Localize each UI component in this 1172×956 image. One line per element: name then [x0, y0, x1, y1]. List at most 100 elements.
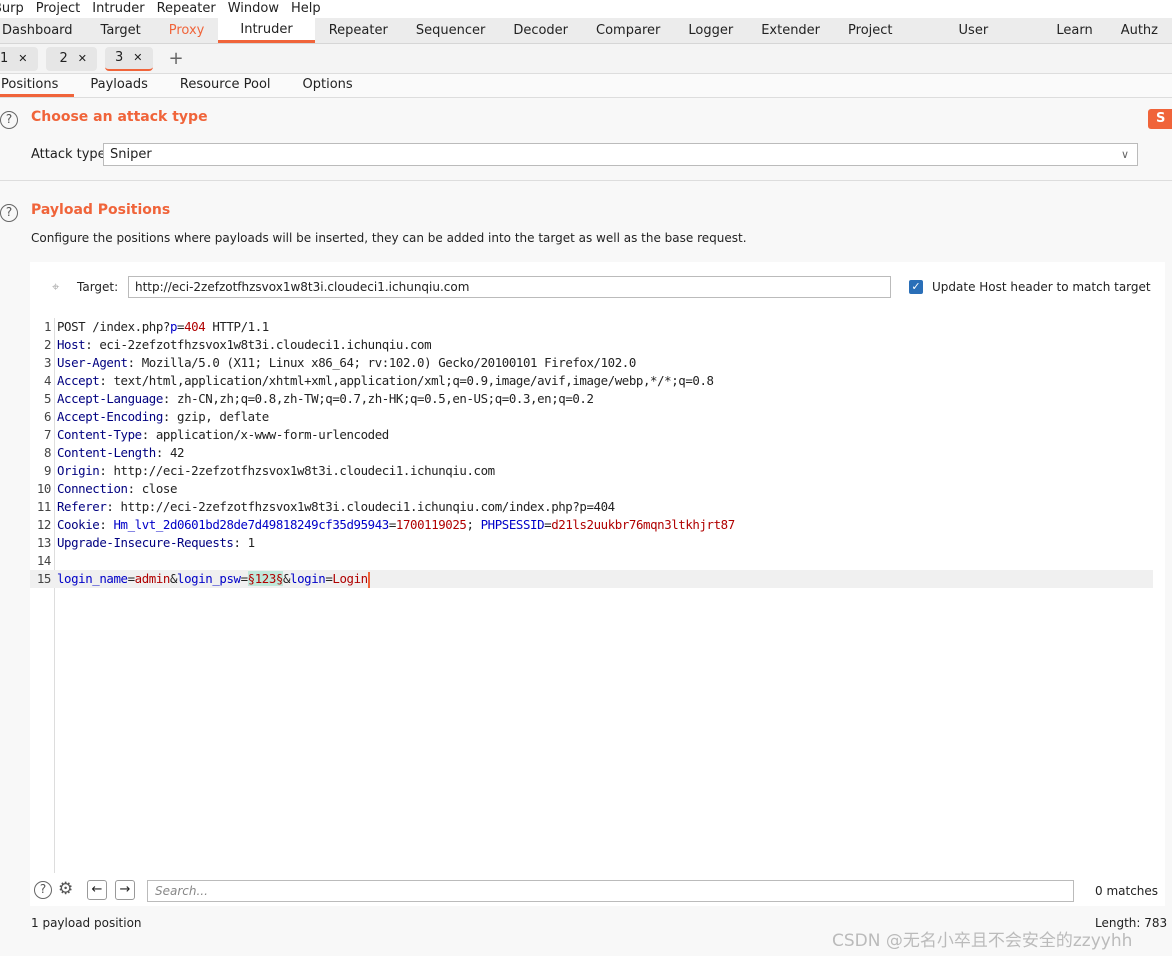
main-tab-user-options[interactable]: User options [945, 18, 1043, 64]
line-number: 13 [36, 535, 52, 550]
update-host-label: Update Host header to match target [932, 280, 1151, 294]
code-token: = [127, 571, 135, 586]
help-icon[interactable]: ? [0, 204, 18, 222]
request-line: 7 Content-Type: application/x-www-form-ur… [30, 426, 1165, 444]
request-line: 14 [30, 552, 1165, 570]
line-number: 11 [36, 499, 52, 514]
help-icon[interactable]: ? [0, 111, 18, 129]
line-content: Accept-Language: zh-CN,zh;q=0.8,zh-TW;q=… [57, 390, 594, 408]
tab-resource-pool[interactable]: Resource Pool [164, 74, 287, 97]
gear-icon[interactable]: ⚙ [58, 879, 73, 899]
attack-tab-2[interactable]: 2 ✕ [45, 46, 97, 71]
code-token: : close [127, 481, 178, 496]
code-token: : eci-2zefzotfhzsvox1w8t3i.cloudeci1.ich… [85, 337, 432, 352]
main-tab-proxy[interactable]: Proxy [155, 18, 219, 43]
menu-repeater[interactable]: Repeater [157, 0, 216, 18]
line-number: 4 [43, 373, 51, 388]
code-token: admin [134, 571, 171, 586]
attack-type-select[interactable]: Sniper ∨ [103, 143, 1138, 166]
menu-help[interactable]: Help [291, 0, 321, 18]
help-icon[interactable]: ? [34, 881, 52, 899]
main-tab-decoder[interactable]: Decoder [499, 18, 582, 43]
code-token: : zh-CN,zh;q=0.8,zh-TW;q=0.7,zh-HK;q=0.5… [162, 391, 594, 406]
code-token: Cookie [57, 517, 100, 532]
update-host-checkbox[interactable]: ✓ [909, 280, 923, 294]
code-token: login_psw [177, 571, 241, 586]
request-line: 12 Cookie: Hm_lvt_2d0601bd28de7d49818249c… [30, 516, 1165, 534]
tab-options[interactable]: Options [287, 74, 369, 97]
code-token: : text/html,application/xhtml+xml,applic… [99, 373, 714, 388]
code-token: User-Agent [57, 355, 128, 370]
main-tab-intruder[interactable]: Intruder [218, 18, 315, 43]
code-token: Host [57, 337, 86, 352]
line-content: User-Agent: Mozilla/5.0 (X11; Linux x86_… [57, 354, 636, 372]
line-content: Connection: close [57, 480, 177, 498]
request-line: 9 Origin: http://eci-2zefzotfhzsvox1w8t3i… [30, 462, 1165, 480]
text-caret [367, 571, 370, 588]
menu-burp[interactable]: Burp [0, 0, 24, 18]
main-tab-target[interactable]: Target [87, 18, 155, 43]
code-token: = [240, 571, 248, 586]
main-tab-sequencer[interactable]: Sequencer [402, 18, 499, 43]
chevron-down-icon: ∨ [1120, 148, 1129, 161]
code-token: Upgrade-Insecure-Requests [57, 535, 234, 550]
code-token: ; [466, 517, 481, 532]
close-icon[interactable]: ✕ [133, 51, 142, 64]
add-tab-icon[interactable]: + [169, 48, 184, 69]
target-input[interactable]: http://eci-2zefzotfhzsvox1w8t3i.cloudeci… [128, 276, 891, 298]
main-tab-repeater[interactable]: Repeater [315, 18, 402, 43]
menu-project[interactable]: Project [36, 0, 80, 18]
main-tab-comparer[interactable]: Comparer [582, 18, 674, 43]
tab-label: 2 [59, 51, 68, 66]
line-number: 12 [36, 517, 52, 532]
attack-type-title: Choose an attack type [31, 109, 208, 125]
line-number: 6 [43, 409, 51, 424]
main-tab-dashboard[interactable]: Dashboard [0, 18, 87, 43]
main-tab-learn[interactable]: Learn [1042, 18, 1106, 43]
code-token: & [282, 571, 291, 586]
code-token: : gzip, deflate [162, 409, 269, 424]
attack-tab-3[interactable]: 3 ✕ [105, 46, 153, 71]
payload-positions-description: Configure the positions where payloads w… [31, 231, 747, 245]
tab-payloads[interactable]: Payloads [74, 74, 163, 97]
tab-positions[interactable]: Positions [0, 74, 75, 97]
line-number: 3 [43, 355, 51, 370]
line-number: 2 [43, 337, 51, 352]
line-content: Content-Length: 42 [57, 444, 184, 462]
main-tab-extender[interactable]: Extender [747, 18, 834, 43]
code-token: Login [332, 571, 368, 586]
next-arrow-icon[interactable]: → [115, 880, 135, 900]
code-token: POST /index.php? [57, 319, 170, 334]
search-input[interactable]: Search... [147, 880, 1074, 902]
code-token: login_name [57, 571, 128, 586]
code-token: Hm_lvt_2d0601bd28de7d49818249cf35d95943 [113, 517, 389, 532]
attack-tab-1[interactable]: 1 ✕ [0, 46, 38, 71]
line-number: 14 [36, 553, 52, 568]
menu-window[interactable]: Window [228, 0, 279, 18]
code-token: : Mozilla/5.0 (X11; Linux x86_64; rv:102… [127, 355, 637, 370]
main-tab-logger[interactable]: Logger [674, 18, 747, 43]
line-number: 8 [43, 445, 51, 460]
request-line: 10 Connection: close [30, 480, 1165, 498]
start-attack-button[interactable]: S [1148, 109, 1172, 129]
request-editor[interactable]: 1 POST /index.php?p=404 HTTP/1.1 2 Host: ec… [30, 318, 1165, 873]
request-line: 6 Accept-Encoding: gzip, deflate [30, 408, 1165, 426]
line-content: login_name=admin&login_psw=§123§&login=L… [57, 570, 370, 588]
code-token: : application/x-www-form-urlencoded [141, 427, 389, 442]
search-bar: ? ⚙ ← → Search... 0 matches [30, 876, 1165, 906]
code-token: = [388, 517, 396, 532]
previous-arrow-icon[interactable]: ← [87, 880, 107, 900]
target-label: Target: [77, 280, 119, 294]
attack-type-value: Sniper [110, 147, 152, 162]
tab-label: 3 [115, 50, 124, 65]
line-number: 7 [43, 427, 51, 442]
close-icon[interactable]: ✕ [78, 52, 87, 65]
request-line: 1 POST /index.php?p=404 HTTP/1.1 [30, 318, 1165, 336]
main-tab-authz[interactable]: Authz [1107, 18, 1172, 43]
request-line: 13 Upgrade-Insecure-Requests: 1 [30, 534, 1165, 552]
request-line: 11 Referer: http://eci-2zefzotfhzsvox1w8t… [30, 498, 1165, 516]
request-line: 4 Accept: text/html,application/xhtml+xml… [30, 372, 1165, 390]
menu-intruder[interactable]: Intruder [92, 0, 144, 18]
main-tab-project-options[interactable]: Project options [834, 18, 945, 64]
close-icon[interactable]: ✕ [18, 52, 27, 65]
